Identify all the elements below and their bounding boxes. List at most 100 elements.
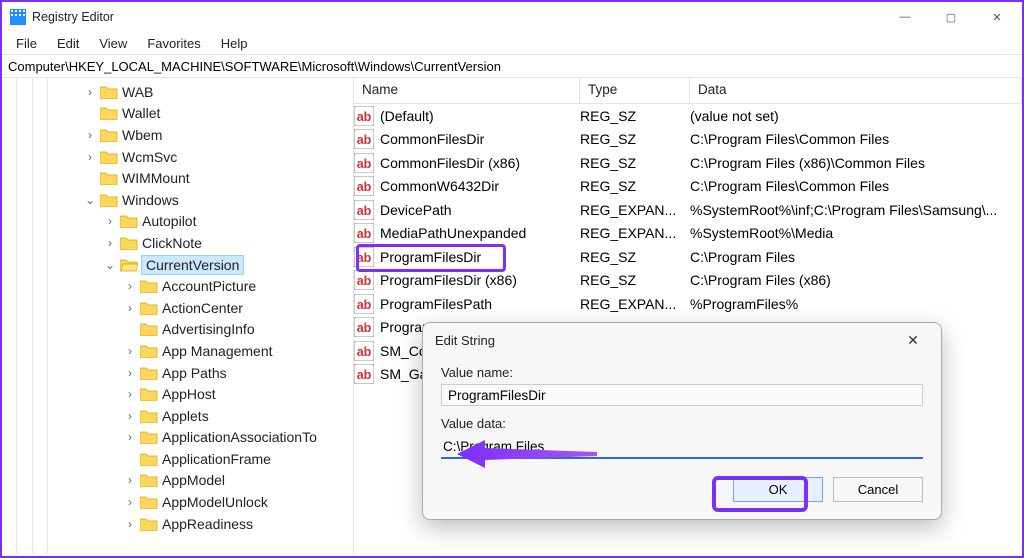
value-name-field[interactable] (441, 384, 923, 406)
folder-icon (140, 495, 158, 509)
folder-icon (140, 322, 158, 336)
string-value-icon: ab (354, 270, 374, 290)
menu-edit[interactable]: Edit (47, 34, 89, 53)
cell-data: (value not set) (684, 108, 1022, 124)
string-value-icon: ab (354, 176, 374, 196)
folder-icon (140, 409, 158, 423)
svg-text:ab: ab (357, 133, 372, 147)
list-row[interactable]: abDevicePathREG_EXPAN...%SystemRoot%\inf… (354, 198, 1022, 222)
svg-text:ab: ab (357, 321, 372, 335)
tree-node-label: CurrentVersion (142, 256, 243, 274)
dialog-close-button[interactable]: ✕ (897, 332, 929, 349)
address-path: Computer\HKEY_LOCAL_MACHINE\SOFTWARE\Mic… (8, 59, 501, 74)
cell-data: C:\Program Files (x86)\Common Files (684, 155, 1022, 171)
string-value-icon: ab (354, 364, 374, 384)
string-value-icon: ab (354, 317, 374, 337)
svg-text:ab: ab (357, 368, 372, 382)
tree-node-label: ActionCenter (162, 300, 243, 316)
folder-icon (100, 171, 118, 185)
chevron-right-icon[interactable]: › (122, 517, 138, 531)
chevron-right-icon[interactable]: › (122, 387, 138, 401)
col-name[interactable]: Name (354, 78, 580, 103)
string-value-icon: ab (354, 200, 374, 220)
folder-icon (100, 106, 118, 120)
tree-node-label: AppModel (162, 472, 225, 488)
tree-node-label: Applets (162, 408, 209, 424)
folder-icon (120, 258, 138, 272)
chevron-right-icon[interactable]: › (122, 409, 138, 423)
menu-favorites[interactable]: Favorites (137, 34, 210, 53)
cancel-button[interactable]: Cancel (833, 477, 923, 502)
menu-view[interactable]: View (89, 34, 137, 53)
cell-name: MediaPathUnexpanded (374, 225, 574, 241)
folder-icon (140, 517, 158, 531)
folder-icon (100, 193, 118, 207)
menu-file[interactable]: File (6, 34, 47, 53)
list-row[interactable]: abMediaPathUnexpandedREG_EXPAN...%System… (354, 222, 1022, 246)
tree-node-label: Wallet (122, 105, 160, 121)
svg-text:ab: ab (357, 274, 372, 288)
cell-data: C:\Program Files\Common Files (684, 131, 1022, 147)
chevron-right-icon[interactable]: › (82, 85, 98, 99)
menu-help[interactable]: Help (211, 34, 258, 53)
string-value-icon: ab (354, 294, 374, 314)
string-value-icon: ab (354, 153, 374, 173)
cell-name: CommonW6432Dir (374, 178, 574, 194)
chevron-right-icon[interactable]: › (122, 495, 138, 509)
folder-icon (140, 387, 158, 401)
string-value-icon: ab (354, 223, 374, 243)
chevron-right-icon[interactable]: › (82, 128, 98, 142)
tree-node-label: WcmSvc (122, 149, 177, 165)
tree-node-label: ApplicationFrame (162, 451, 271, 467)
tree-node-label: WAB (122, 84, 153, 100)
col-type[interactable]: Type (580, 78, 690, 103)
cell-type: REG_SZ (574, 131, 684, 147)
chevron-right-icon[interactable]: › (122, 279, 138, 293)
string-value-icon: ab (354, 341, 374, 361)
tree-node-label: App Management (162, 343, 273, 359)
list-row[interactable]: abCommonFilesDir (x86)REG_SZC:\Program F… (354, 151, 1022, 175)
list-row[interactable]: abProgramFilesDirREG_SZC:\Program Files (354, 245, 1022, 269)
cell-name: CommonFilesDir (374, 131, 574, 147)
svg-text:ab: ab (357, 157, 372, 171)
chevron-right-icon[interactable]: › (102, 236, 118, 250)
chevron-right-icon[interactable]: › (122, 344, 138, 358)
list-row[interactable]: ab(Default)REG_SZ(value not set) (354, 104, 1022, 128)
tree-node-label: AdvertisingInfo (162, 321, 255, 337)
svg-text:ab: ab (357, 180, 372, 194)
chevron-right-icon[interactable]: › (122, 366, 138, 380)
list-row[interactable]: abProgramFilesPathREG_EXPAN...%ProgramFi… (354, 292, 1022, 316)
cell-data: %SystemRoot%\Media (684, 225, 1022, 241)
cell-data: %ProgramFiles% (684, 296, 1022, 312)
tree-node-label: AppHost (162, 386, 216, 402)
ok-button[interactable]: OK (733, 477, 823, 502)
tree-node-label: ClickNote (142, 235, 202, 251)
minimize-button[interactable]: — (882, 2, 928, 32)
list-row[interactable]: abCommonFilesDirREG_SZC:\Program Files\C… (354, 128, 1022, 152)
cell-name: CommonFilesDir (x86) (374, 155, 574, 171)
tree-pane[interactable]: ›WABWallet›Wbem›WcmSvcWIMMount⌄Windows›A… (2, 78, 354, 554)
maximize-button[interactable]: ▢ (928, 2, 974, 32)
chevron-right-icon[interactable]: › (82, 150, 98, 164)
string-value-icon: ab (354, 106, 374, 126)
cell-data: C:\Program Files (x86) (684, 272, 1022, 288)
list-row[interactable]: abProgramFilesDir (x86)REG_SZC:\Program … (354, 269, 1022, 293)
svg-text:ab: ab (357, 251, 372, 265)
chevron-down-icon[interactable]: ⌄ (82, 193, 98, 207)
col-data[interactable]: Data (690, 78, 1022, 103)
cell-data: C:\Program Files (684, 249, 1022, 265)
list-row[interactable]: abCommonW6432DirREG_SZC:\Program Files\C… (354, 175, 1022, 199)
close-button[interactable]: ✕ (974, 2, 1020, 32)
folder-icon (100, 150, 118, 164)
chevron-down-icon[interactable]: ⌄ (102, 258, 118, 272)
folder-icon (140, 301, 158, 315)
chevron-right-icon[interactable]: › (102, 214, 118, 228)
address-bar[interactable]: Computer\HKEY_LOCAL_MACHINE\SOFTWARE\Mic… (2, 54, 1022, 78)
folder-icon (140, 430, 158, 444)
tree-node-label: Autopilot (142, 213, 196, 229)
chevron-right-icon[interactable]: › (122, 301, 138, 315)
cell-name: ProgramFilesDir (374, 249, 574, 265)
chevron-right-icon[interactable]: › (122, 473, 138, 487)
tree-node-label: Wbem (122, 127, 162, 143)
chevron-right-icon[interactable]: › (122, 430, 138, 444)
